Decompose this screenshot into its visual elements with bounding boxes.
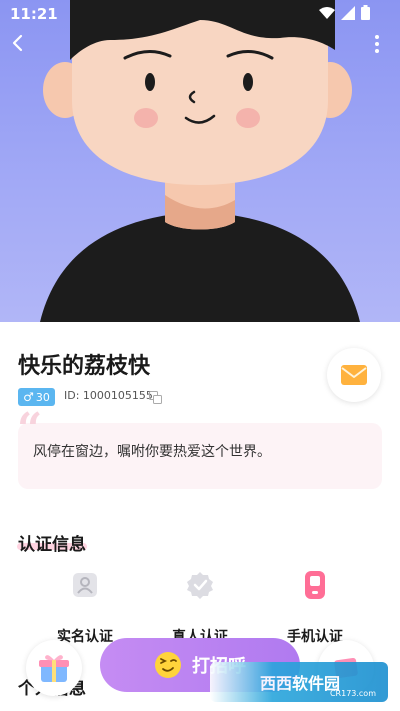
status-time: 11:21	[10, 5, 58, 23]
watermark-sub: CR173.com	[329, 689, 376, 698]
phone-icon	[305, 571, 325, 599]
signature-text: 风停在窗边，嘱咐你要热爱这个世界。	[33, 444, 271, 460]
copy-id-button[interactable]	[149, 389, 162, 408]
signal-icon	[341, 5, 355, 20]
chevron-left-icon	[12, 34, 23, 52]
status-icons	[319, 5, 370, 20]
age-label: 30	[35, 390, 50, 404]
back-button[interactable]	[10, 34, 26, 57]
gift-button[interactable]	[26, 640, 82, 696]
envelope-icon	[341, 365, 367, 385]
copy-icon	[149, 391, 162, 404]
wink-emoji-icon	[155, 652, 181, 678]
status-bar: 11:21	[0, 0, 400, 28]
cert-item-phone: 手机认证	[265, 570, 365, 646]
verified-badge-icon	[187, 572, 213, 599]
profile-hero-image	[0, 0, 400, 322]
message-button[interactable]	[327, 348, 381, 402]
user-id: ID: 1000105155	[64, 389, 153, 402]
watermark-text: 西西软件园	[260, 674, 341, 693]
gift-icon	[39, 655, 69, 682]
id-card-icon	[73, 573, 97, 597]
avatar-illustration	[40, 0, 360, 322]
site-watermark: 西西软件园 CR173.com	[210, 662, 388, 702]
male-icon: ♂	[23, 390, 34, 404]
certification-title: 认证信息	[18, 535, 86, 555]
more-vertical-icon	[375, 35, 379, 53]
cert-item-realperson: 真人认证	[150, 570, 250, 646]
cert-item-realname: 实名认证	[35, 570, 135, 646]
wifi-icon	[319, 6, 335, 19]
more-button[interactable]	[372, 34, 382, 59]
nickname: 快乐的荔枝快	[18, 354, 151, 379]
battery-icon	[361, 5, 370, 20]
